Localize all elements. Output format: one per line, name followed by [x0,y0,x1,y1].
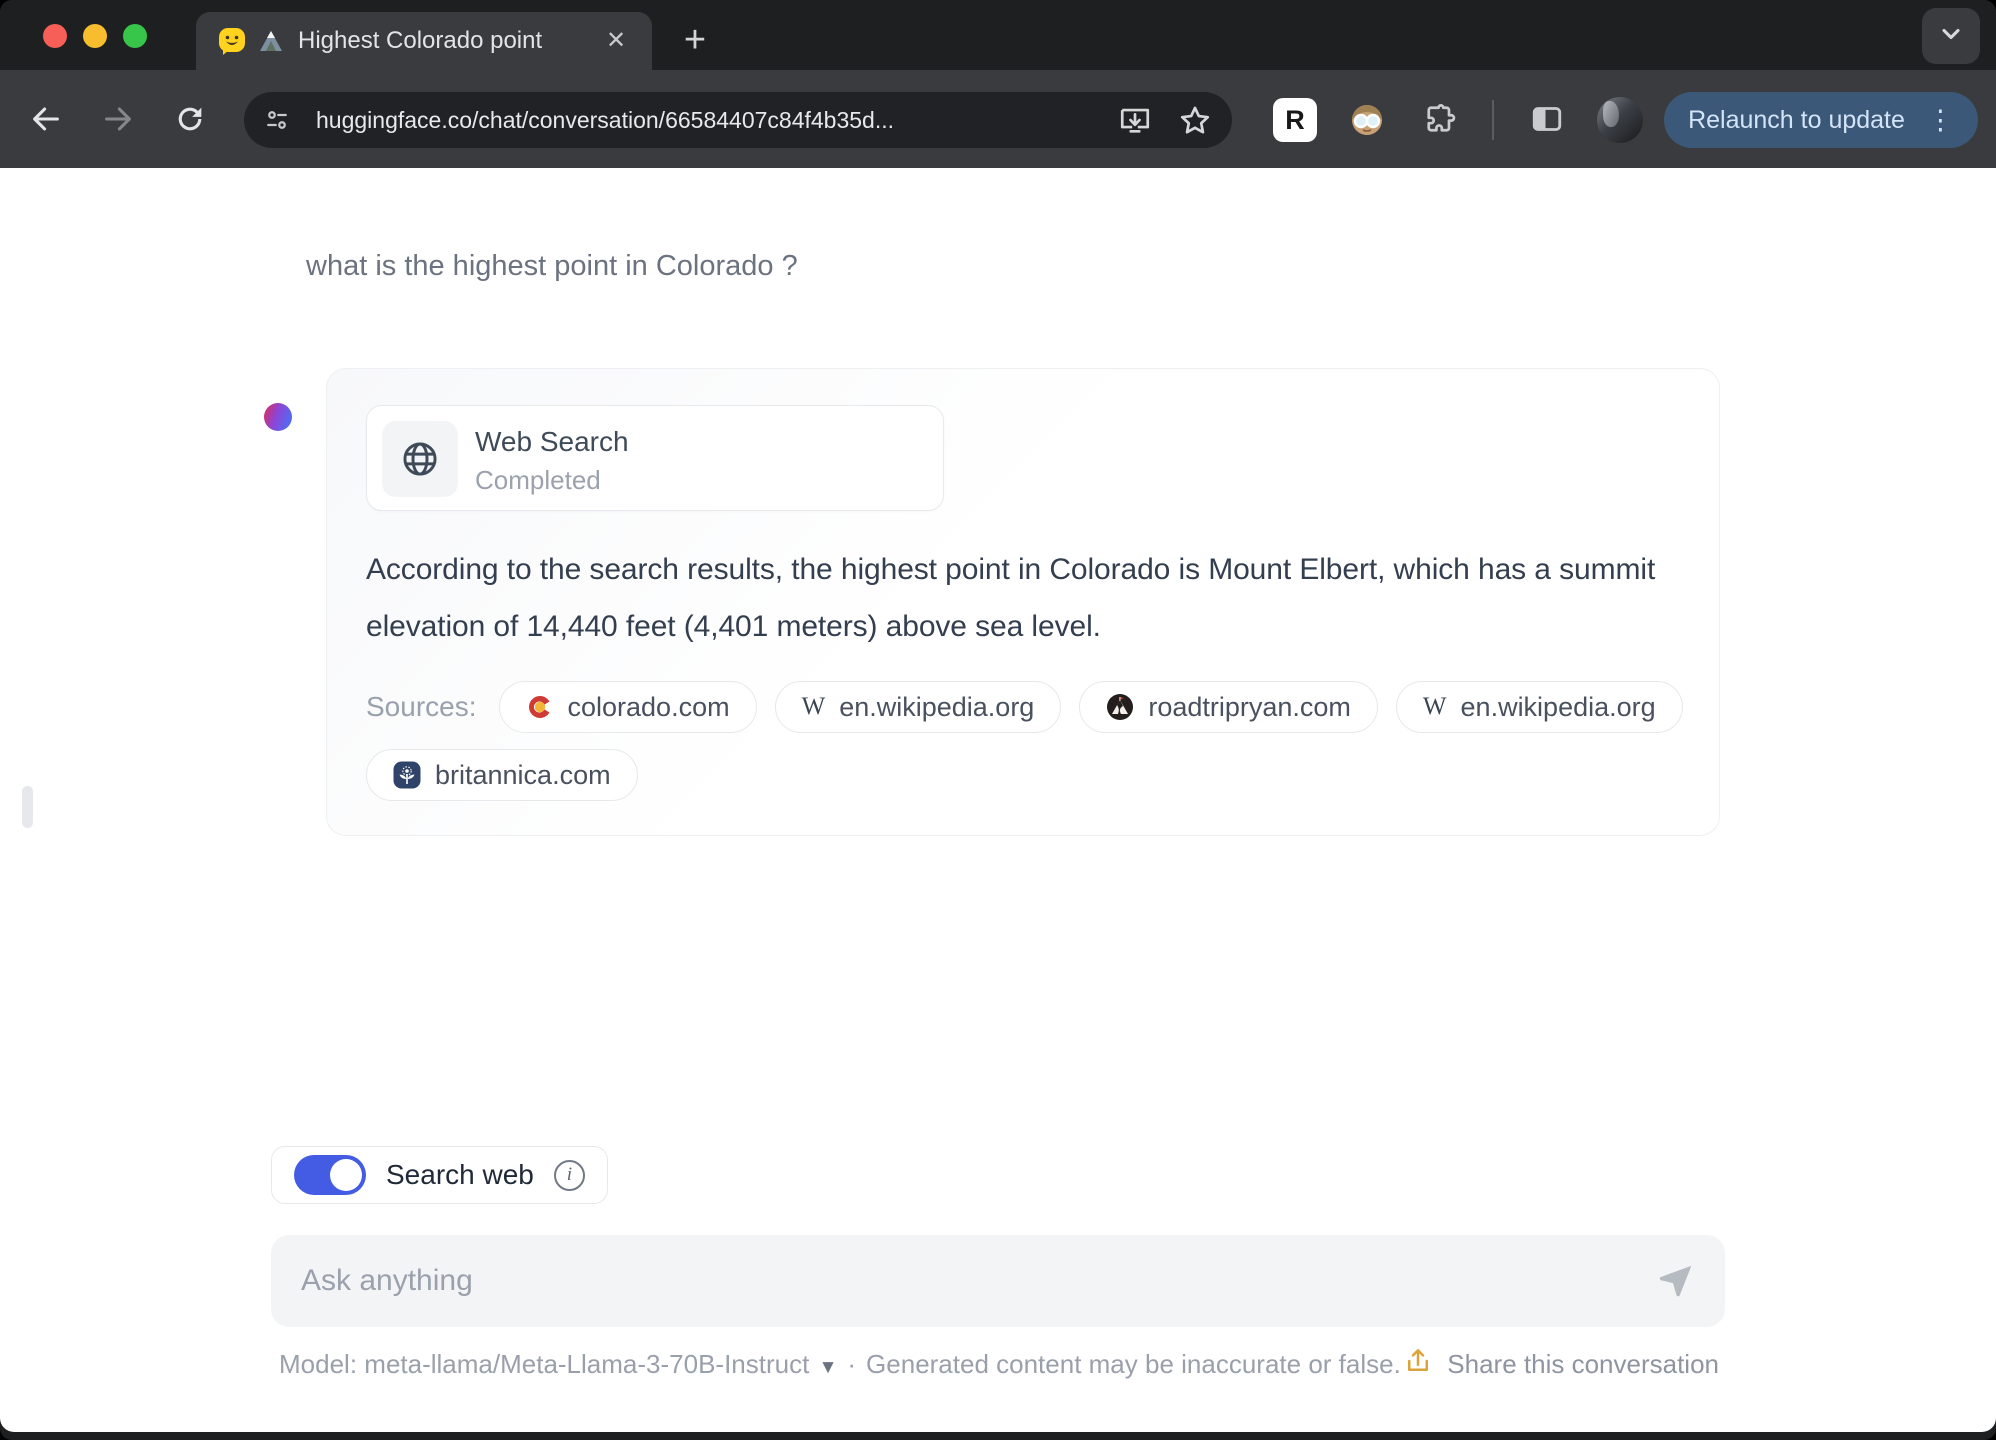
maximize-window-button[interactable] [123,24,147,48]
sidebar-drag-handle[interactable] [22,786,33,828]
model-name: meta-llama/Meta-Llama-3-70B-Instruct [364,1349,810,1379]
install-app-icon[interactable] [1118,103,1152,137]
colorado-favicon [528,696,549,718]
search-web-toggle[interactable] [294,1155,366,1195]
sources-row: Sources: colorado.com W en.wikipedia.org [366,681,1696,801]
browser-toolbar: huggingface.co/chat/conversation/6658440… [0,70,1996,168]
extension-r-icon[interactable]: R [1273,98,1317,142]
browser-tab[interactable]: Highest Colorado point ✕ [196,12,652,70]
address-bar[interactable]: huggingface.co/chat/conversation/6658440… [244,92,1232,148]
britannica-favicon [393,761,421,789]
globe-icon [403,442,437,476]
source-pill-wikipedia-2[interactable]: W en.wikipedia.org [1395,681,1683,733]
source-pill-roadtripryan[interactable]: roadtripryan.com [1079,681,1378,733]
share-label: Share this conversation [1447,1349,1719,1379]
extension-avatar-icon[interactable] [1347,100,1387,140]
huggingchat-page: what is the highest point in Colorado ? … [0,168,1996,1432]
site-controls-icon[interactable] [262,105,292,135]
url-text[interactable]: huggingface.co/chat/conversation/6658440… [316,107,1118,134]
chat-input-box [271,1235,1725,1327]
reload-button[interactable] [172,101,208,137]
tab-strip: Highest Colorado point ✕ + [0,0,1996,70]
extensions-puzzle-icon[interactable] [1422,101,1458,137]
dot-separator: · [847,1349,857,1379]
chat-footer: Model: meta-llama/Meta-Llama-3-70B-Instr… [279,1346,1719,1383]
globe-icon-box [382,421,458,497]
huggingchat-favicon [218,27,246,55]
more-vertical-icon[interactable]: ⋮ [1927,105,1954,136]
profile-avatar[interactable] [1597,97,1643,143]
browser-window: Highest Colorado point ✕ + huggingface.c… [0,0,1996,1440]
side-panel-icon[interactable] [1529,101,1565,137]
model-selector[interactable]: Model: meta-llama/Meta-Llama-3-70B-Instr… [279,1349,837,1380]
roadtripryan-favicon [1107,694,1134,720]
info-icon[interactable]: i [553,1159,585,1191]
wikipedia-favicon: W [1422,693,1447,720]
assistant-message-card: Web Search Completed According to the se… [326,368,1720,836]
tool-status: Completed [475,465,601,495]
search-web-toggle-box: Search web i [271,1146,608,1204]
tool-title: Web Search [475,426,629,457]
model-label: Model: [279,1349,358,1379]
disclaimer-text: Generated content may be inaccurate or f… [866,1349,1401,1379]
send-icon[interactable] [1655,1261,1695,1301]
tab-close-icon[interactable]: ✕ [598,23,634,59]
back-button[interactable] [28,101,64,137]
source-pill-colorado[interactable]: colorado.com [498,681,757,733]
assistant-avatar [264,403,292,431]
share-upload-icon [1403,1346,1433,1383]
tab-title: Highest Colorado point [298,27,543,54]
new-tab-button[interactable]: + [672,18,718,64]
assistant-response-text: According to the search results, the hig… [366,553,1656,643]
relaunch-label: Relaunch to update [1688,105,1905,134]
share-conversation-button[interactable]: Share this conversation [1403,1346,1719,1383]
user-message: what is the highest point in Colorado ? [306,250,798,282]
source-pill-wikipedia-1[interactable]: W en.wikipedia.org [774,681,1062,733]
chat-input[interactable] [301,1235,1631,1327]
search-web-label: Search web [386,1159,534,1190]
bookmark-star-icon[interactable] [1178,103,1212,137]
close-window-button[interactable] [43,24,67,48]
toolbar-separator [1492,100,1494,140]
caret-down-icon: ▼ [818,1357,838,1378]
wikipedia-favicon: W [801,693,826,720]
web-search-tool-card[interactable]: Web Search Completed [366,405,944,511]
forward-button[interactable] [100,101,136,137]
chevron-down-icon [1937,20,1965,53]
tab-search-button[interactable] [1922,8,1980,64]
mountain-emoji-icon [258,28,284,54]
relaunch-to-update-button[interactable]: Relaunch to update ⋮ [1664,92,1978,148]
sources-label: Sources: [366,691,477,722]
toggle-knob [330,1159,362,1191]
minimize-window-button[interactable] [83,24,107,48]
source-pill-britannica[interactable]: britannica.com [366,749,638,801]
